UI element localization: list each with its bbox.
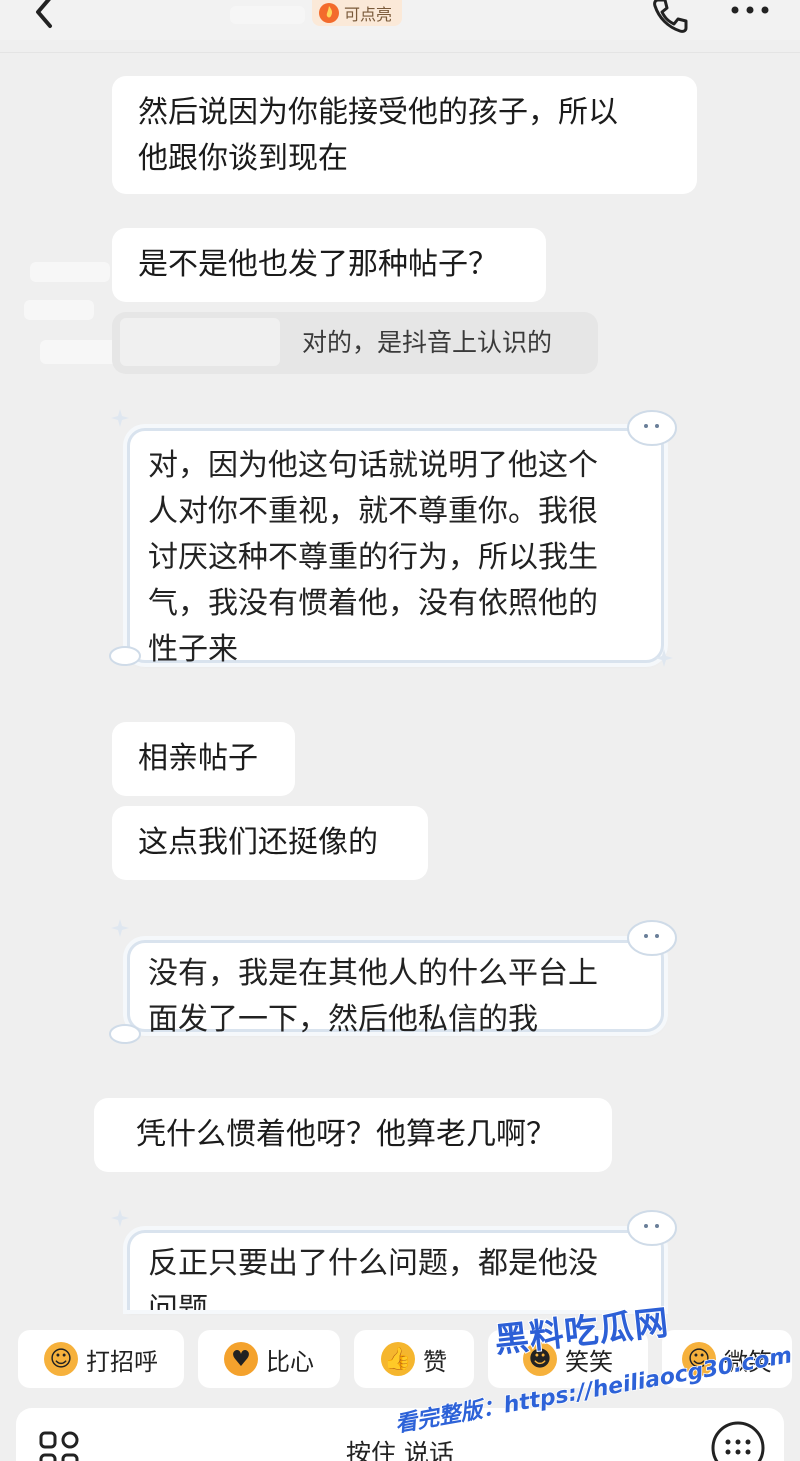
message-line: 对，因为他这句话就说明了他这个 xyxy=(148,448,598,483)
sparkle-icon xyxy=(655,649,673,667)
message-sent-cloud[interactable]: 对，因为他这句话就说明了他这个 人对你不重视，就不尊重你。我很 讨厌这种不尊重的… xyxy=(127,428,664,667)
redacted-smudge xyxy=(24,300,94,320)
wave-emoji-icon: ☺ xyxy=(44,1342,78,1376)
message-sent-cloud[interactable]: 没有，我是在其他人的什么平台上 面发了一下，然后他私信的我 xyxy=(127,940,664,1037)
streak-badge-label: 可点亮 xyxy=(344,5,393,24)
cloud-cat-icon xyxy=(627,410,677,446)
chat-header: 可点亮 xyxy=(0,0,800,40)
quick-reply-heart[interactable]: ♥ 比心 xyxy=(198,1330,340,1388)
contact-name-redacted xyxy=(230,6,305,24)
message-received[interactable]: 是不是他也发了那种帖子？ xyxy=(112,228,546,302)
message-line: 面发了一下，然后他私信的我 xyxy=(148,1002,538,1037)
message-line: 这点我们还挺像的 xyxy=(138,825,378,860)
message-line: 是不是他也发了那种帖子？ xyxy=(138,247,498,282)
message-line: 对的，是抖音上认识的 xyxy=(302,328,553,357)
cloud-cat-icon xyxy=(627,1210,677,1246)
redacted-smudge xyxy=(120,318,280,366)
chevron-left-icon[interactable] xyxy=(30,0,60,30)
quick-reply-like[interactable]: 👍 赞 xyxy=(354,1330,474,1388)
message-sent-cloud[interactable]: 反正只要出了什么问题，都是他没 问题 xyxy=(127,1230,664,1310)
keyboard-icon[interactable] xyxy=(710,1420,766,1461)
quick-reply-wave[interactable]: ☺ 打招呼 xyxy=(18,1330,184,1388)
message-line: 他跟你谈到现在 xyxy=(138,141,348,176)
message-line: 气，我没有惯着他，没有依照他的 xyxy=(148,586,598,621)
redacted-smudge xyxy=(30,262,110,282)
header-divider xyxy=(0,52,800,53)
phone-icon[interactable] xyxy=(648,0,690,36)
message-line: 人对你不重视，就不尊重你。我很 xyxy=(148,494,598,529)
message-received[interactable]: 相亲帖子 xyxy=(112,722,295,796)
message-received[interactable]: 这点我们还挺像的 xyxy=(112,806,428,880)
fire-icon xyxy=(319,3,339,23)
quick-reply-label: 比心 xyxy=(266,1347,314,1376)
more-dots-icon[interactable] xyxy=(728,0,772,20)
message-line: 然后说因为你能接受他的孩子，所以 xyxy=(138,95,618,130)
cloud-puff-icon xyxy=(109,646,141,666)
message-line: 性子来 xyxy=(148,632,238,667)
message-line: 反正只要出了什么问题，都是他没 xyxy=(148,1246,598,1281)
quick-reply-label: 赞 xyxy=(423,1347,447,1376)
sparkle-icon xyxy=(111,1209,129,1227)
streak-badge[interactable]: 可点亮 xyxy=(312,0,403,26)
cloud-puff-icon xyxy=(109,1024,141,1044)
message-line: 讨厌这种不尊重的行为，所以我生 xyxy=(148,540,598,575)
heart-hands-emoji-icon: ♥ xyxy=(224,1342,258,1376)
quick-reply-label: 打招呼 xyxy=(86,1347,158,1376)
sparkle-icon xyxy=(111,919,129,937)
message-received[interactable]: 然后说因为你能接受他的孩子，所以 他跟你谈到现在 xyxy=(112,76,697,194)
message-received[interactable]: 凭什么惯着他呀？他算老几啊？ xyxy=(94,1098,612,1172)
sparkle-icon xyxy=(111,409,129,427)
message-line: 没有，我是在其他人的什么平台上 xyxy=(148,956,598,991)
thumbs-up-emoji-icon: 👍 xyxy=(381,1342,415,1376)
cloud-cat-icon xyxy=(627,920,677,956)
message-line: 相亲帖子 xyxy=(138,741,258,776)
message-line: 凭什么惯着他呀？他算老几啊？ xyxy=(136,1117,556,1152)
